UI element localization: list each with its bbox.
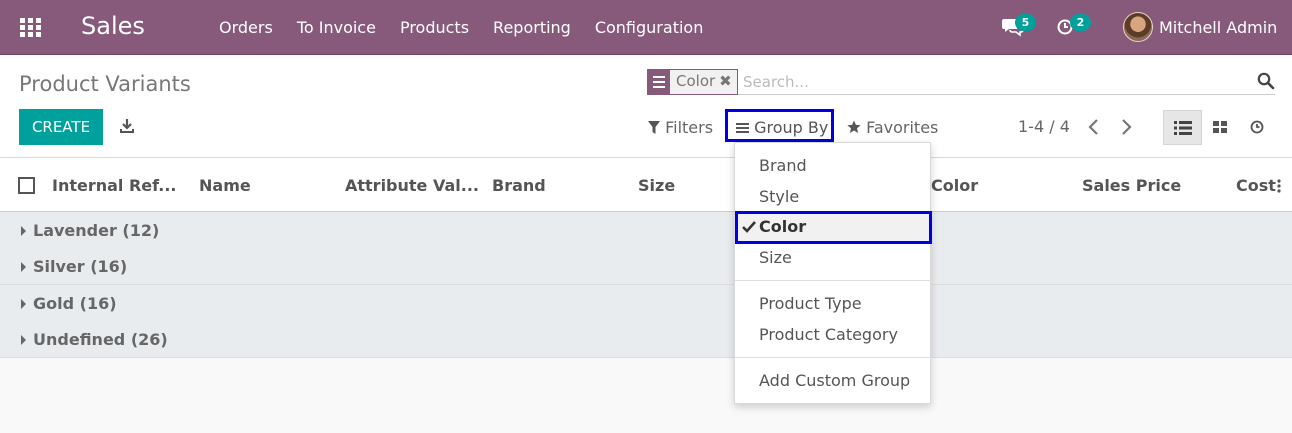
column-internal-ref[interactable]: Internal Ref...: [52, 176, 176, 195]
search-facet-color: Color ✖: [647, 69, 738, 95]
favorites-label: Favorites: [866, 118, 939, 137]
menu-item-reporting[interactable]: Reporting: [493, 18, 571, 37]
group-label: Undefined (26): [33, 330, 168, 349]
menu-item-configuration[interactable]: Configuration: [595, 18, 704, 37]
page-title: Product Variants: [19, 72, 191, 96]
group-by-button[interactable]: Group By: [725, 109, 834, 142]
group-by-option-product-type[interactable]: Product Type: [735, 289, 932, 320]
menu-divider: [735, 357, 932, 358]
group-by-dropdown: Brand Style Color Size Product Type Prod…: [734, 142, 932, 404]
facet-value: Color: [676, 72, 716, 90]
create-button[interactable]: CREATE: [19, 109, 103, 145]
group-label: Gold (16): [33, 294, 117, 313]
optional-columns-icon[interactable]: [1276, 178, 1282, 194]
list-icon: [1174, 121, 1192, 135]
filters-button[interactable]: Filters: [648, 118, 713, 137]
search-bar: Color ✖: [647, 69, 1275, 95]
bars-icon: [736, 123, 749, 133]
column-color[interactable]: Color: [931, 176, 978, 195]
apps-menu-icon[interactable]: [20, 18, 41, 37]
top-navbar: Sales Orders To Invoice Products Reporti…: [0, 0, 1292, 55]
group-row[interactable]: Gold (16): [0, 285, 1292, 322]
menu-divider: [735, 280, 932, 281]
main-menu: Orders To Invoice Products Reporting Con…: [219, 18, 727, 37]
group-row[interactable]: Silver (16): [0, 248, 1292, 285]
chevron-right-icon[interactable]: [1119, 118, 1133, 136]
group-by-option-brand[interactable]: Brand: [735, 151, 932, 182]
group-row[interactable]: Lavender (12): [0, 212, 1292, 249]
activity-count-badge: 2: [1070, 14, 1091, 31]
chat-count-badge: 5: [1015, 14, 1036, 31]
column-attribute-values[interactable]: Attribute Val...: [345, 176, 479, 195]
menu-item-products[interactable]: Products: [400, 18, 469, 37]
caret-right-icon: [21, 335, 26, 345]
kanban-view-icon[interactable]: [1208, 115, 1232, 139]
column-size[interactable]: Size: [638, 176, 675, 195]
group-by-label: Group By: [754, 118, 829, 137]
column-sales-price[interactable]: Sales Price: [1082, 176, 1181, 195]
group-by-option-label: Color: [759, 217, 807, 236]
group-by-facet-icon: [648, 70, 670, 94]
column-brand[interactable]: Brand: [492, 176, 546, 195]
column-cost[interactable]: Cost: [1236, 176, 1276, 195]
select-all-checkbox[interactable]: [18, 177, 35, 194]
pager-value[interactable]: 1-4 / 4: [1018, 117, 1070, 136]
list-view-button[interactable]: [1163, 110, 1202, 145]
caret-right-icon: [21, 262, 26, 272]
search-input[interactable]: [743, 71, 1243, 93]
facet-remove-icon[interactable]: ✖: [719, 70, 737, 94]
menu-item-to-invoice[interactable]: To Invoice: [297, 18, 376, 37]
download-icon[interactable]: [119, 118, 135, 134]
activity-view-icon[interactable]: [1246, 115, 1270, 139]
user-avatar[interactable]: [1123, 12, 1153, 42]
menu-item-orders[interactable]: Orders: [219, 18, 273, 37]
caret-right-icon: [21, 299, 26, 309]
group-by-option-size[interactable]: Size: [735, 243, 932, 274]
check-icon: [742, 221, 756, 233]
search-icon[interactable]: [1257, 72, 1275, 90]
group-by-option-style[interactable]: Style: [735, 182, 932, 213]
group-by-option-product-category[interactable]: Product Category: [735, 320, 932, 351]
table-header: Internal Ref... Name Attribute Val... Br…: [0, 158, 1292, 212]
user-name[interactable]: Mitchell Admin: [1159, 18, 1277, 37]
control-panel: Product Variants Color ✖ CREATE Filters: [0, 55, 1292, 158]
favorites-button[interactable]: Favorites: [847, 118, 938, 137]
filters-label: Filters: [665, 118, 714, 137]
caret-right-icon: [21, 226, 26, 236]
star-icon: [847, 120, 861, 133]
filter-icon: [648, 121, 660, 134]
group-label: Lavender (12): [33, 221, 160, 240]
group-by-option-color[interactable]: Color: [735, 211, 932, 244]
chevron-left-icon[interactable]: [1087, 118, 1101, 136]
app-brand[interactable]: Sales: [81, 12, 145, 40]
column-name[interactable]: Name: [199, 176, 251, 195]
add-custom-group-option[interactable]: Add Custom Group: [735, 366, 932, 397]
group-label: Silver (16): [33, 257, 128, 276]
group-row[interactable]: Undefined (26): [0, 321, 1292, 358]
